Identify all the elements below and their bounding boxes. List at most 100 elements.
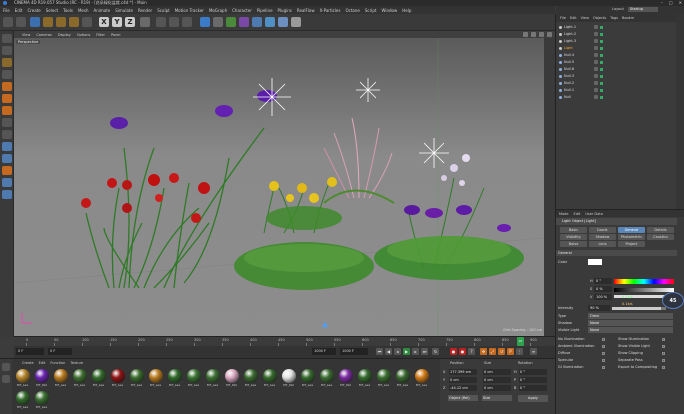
enabled-check-icon[interactable] [600, 89, 603, 92]
menu-mesh[interactable]: Mesh [78, 8, 89, 13]
size-field[interactable]: 0 cm [483, 369, 511, 375]
viewport-rotate-icon[interactable] [539, 32, 544, 37]
menu-script[interactable]: Script [365, 8, 377, 13]
intensity-field[interactable]: 90 % [588, 305, 610, 311]
visible-light-select[interactable]: None [588, 327, 673, 333]
rotation-field[interactable]: 0 ° [519, 369, 547, 375]
render-settings-icon[interactable] [182, 17, 192, 27]
snap-settings-icon[interactable] [2, 154, 12, 163]
checkbox[interactable] [662, 345, 665, 348]
edges-mode-icon[interactable] [2, 94, 12, 103]
menu-character[interactable]: Character [232, 8, 252, 13]
timeline-ruler[interactable]: 4? 0 50 100 150 200 250 300 350 400 450 500 550 600 6… [14, 336, 555, 346]
tab-details[interactable]: Details [647, 227, 674, 233]
rotation-field[interactable]: 0 ° [519, 377, 547, 383]
playhead[interactable]: 4? [517, 337, 524, 346]
hue-picker[interactable] [614, 279, 674, 284]
visibility-dots-icon[interactable] [594, 67, 598, 71]
material-swatch[interactable]: MT_Lea [356, 369, 373, 388]
menu-pipeline[interactable]: Pipeline [257, 8, 273, 13]
checkbox[interactable] [662, 338, 665, 341]
previous-key-icon[interactable]: ◀ [385, 348, 392, 355]
material-swatch[interactable]: MT_Lea [261, 369, 278, 388]
menu-window[interactable]: Window [381, 8, 397, 13]
viewport-menu-panel[interactable]: Panel [111, 33, 120, 37]
object-menu-file[interactable]: File [560, 16, 566, 20]
enabled-check-icon[interactable] [600, 96, 603, 99]
viewport-zoom-icon[interactable] [531, 32, 536, 37]
material-tab-icon[interactable] [2, 363, 10, 371]
material-swatch[interactable]: MT_Pet [337, 369, 354, 388]
material-swatch[interactable]: MT_Pet [280, 369, 297, 388]
make-editable-icon[interactable] [2, 34, 12, 43]
shadow-select[interactable]: None [588, 320, 673, 326]
lock-workplane-icon[interactable] [2, 166, 12, 175]
menu-x-particles[interactable]: X-Particles [320, 8, 341, 13]
tab-caustics[interactable]: Caustics [647, 234, 674, 240]
checkbox[interactable] [602, 359, 605, 362]
material-swatch[interactable]: MT_Lea [128, 369, 145, 388]
object-menu-bookm[interactable]: Bookm [622, 16, 634, 20]
solo-mode-icon[interactable] [2, 190, 12, 199]
planar-workplane-icon[interactable] [2, 178, 12, 187]
enabled-check-icon[interactable] [600, 61, 603, 64]
coordinate-mode-select[interactable]: Object (Rel) [448, 395, 478, 401]
v-field[interactable]: 100 % [594, 294, 612, 300]
move-icon[interactable] [43, 17, 53, 27]
tab-coord[interactable]: Coord. [589, 227, 616, 233]
axis-mode-icon[interactable] [2, 118, 12, 127]
material-swatch[interactable]: MT_Lea [147, 369, 164, 388]
tab-lens[interactable]: Lens [589, 241, 616, 247]
keyframe-selection-icon[interactable]: ? [468, 348, 475, 355]
menu-octane[interactable]: Octane [345, 8, 359, 13]
intensity-slider[interactable] [612, 307, 666, 310]
material-swatch[interactable]: MT_Pet [223, 369, 240, 388]
light-handle[interactable] [322, 322, 328, 327]
checkbox[interactable] [602, 345, 605, 348]
h-field[interactable]: 0 ° [594, 278, 612, 284]
value-picker[interactable] [614, 288, 674, 292]
viewport-menu-options[interactable]: Options [77, 33, 91, 37]
material-swatch[interactable]: MT_Lea [318, 369, 335, 388]
redo-icon[interactable] [16, 17, 26, 27]
object-menu-tags[interactable]: Tags [610, 16, 618, 20]
x-axis-lock-button[interactable]: X [99, 17, 109, 27]
cloner-icon[interactable] [239, 17, 249, 27]
material-swatch[interactable]: MT_Lea [90, 369, 107, 388]
color-swatch[interactable] [588, 259, 602, 265]
tab-visibility[interactable]: Visibility [560, 234, 587, 240]
tab-basic[interactable]: Basic [560, 227, 587, 233]
material-swatch[interactable]: MT_Lea [375, 369, 392, 388]
material-swatch[interactable]: MT_Pet [33, 369, 50, 388]
perspective-viewport[interactable]: Perspective Grid Spacing : 100 cm [14, 38, 544, 336]
viewport-menu-display[interactable]: Display [58, 33, 71, 37]
material-swatch[interactable]: MT_Lea [242, 369, 259, 388]
pen-spline-icon[interactable] [213, 17, 223, 27]
scale-key-icon[interactable]: ⤢ [489, 348, 496, 355]
snap-icon[interactable] [2, 142, 12, 151]
recent-tool-icon[interactable] [82, 17, 92, 27]
viewport-layout-icon[interactable] [547, 32, 552, 37]
menu-tools[interactable]: Tools [63, 8, 73, 13]
menu-select[interactable]: Select [46, 8, 58, 13]
bend-deformer-icon[interactable] [252, 17, 262, 27]
camera-label[interactable]: Perspective [16, 40, 41, 44]
menu-motion-tracker[interactable]: Motion Tracker [175, 8, 204, 13]
material-swatch[interactable]: MT_Lea [33, 391, 50, 410]
coordinate-system-icon[interactable] [140, 17, 150, 27]
visibility-dots-icon[interactable] [594, 32, 598, 36]
rotate-icon[interactable] [69, 17, 79, 27]
camera-icon[interactable] [278, 17, 288, 27]
scale-icon[interactable] [56, 17, 66, 27]
visibility-dots-icon[interactable] [594, 25, 598, 29]
material-swatch[interactable]: MT_Lea [52, 369, 69, 388]
tab-photometric[interactable]: Photometric [618, 234, 645, 240]
enabled-check-icon[interactable] [600, 82, 603, 85]
object-row[interactable]: Null.6 [556, 66, 676, 73]
attribute-menu-edit[interactable]: Edit [574, 212, 581, 216]
viewport-move-icon[interactable] [523, 32, 528, 37]
checkbox[interactable] [602, 352, 605, 355]
object-row[interactable]: Null.4 [556, 52, 676, 59]
undo-icon[interactable] [3, 17, 13, 27]
rotation-key-icon[interactable]: ↺ [498, 348, 505, 355]
